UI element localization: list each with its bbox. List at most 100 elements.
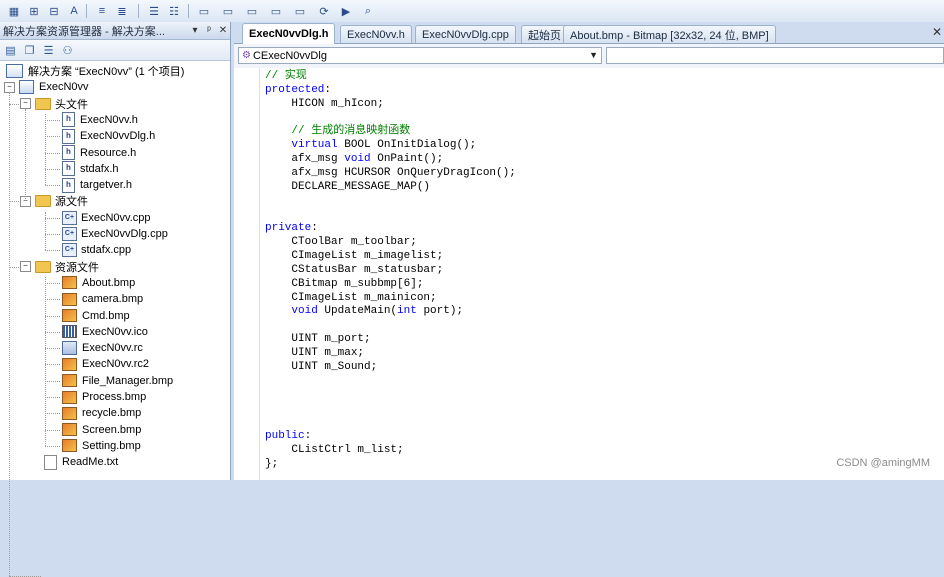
tree-item-file[interactable]: recycle.bmp [62,405,141,421]
tree-item-project[interactable]: − ExecN0vv [4,79,89,95]
tree-item-file[interactable]: About.bmp [62,275,135,291]
play-icon[interactable]: ▶ [338,3,354,19]
tree-item-file[interactable]: h targetver.h [62,177,132,193]
tree-item-file[interactable]: C+ ExecN0vvDlg.cpp [62,226,168,242]
tree-guide-line [9,92,10,577]
tree-item-folder-sources[interactable]: − 源文件 [20,193,88,209]
bookmark-icon[interactable]: ⊟ [46,3,62,19]
collapse-icon[interactable]: − [20,98,31,110]
comment-icon[interactable]: ☰ [146,3,162,19]
tree-item-file[interactable]: h Resource.h [62,145,136,161]
member-combo[interactable] [606,47,944,64]
solution-explorer-title-bar: 解决方案资源管理器 - 解决方案... ▾ ᵖ ✕ [0,22,230,40]
outdent-icon[interactable]: ≣ [114,3,130,19]
code-editor[interactable]: // 实现 protected: HICON m_hIcon; // 生成的消息映… [234,68,944,480]
toolbar-separator [138,4,139,18]
show-all-files-icon[interactable]: ❐ [22,43,37,58]
tree-guide-line [45,168,60,170]
bitmap-file-icon [62,357,77,371]
tree-item-file[interactable]: Process.bmp [62,389,146,405]
chat2-icon[interactable]: ▭ [244,3,260,19]
window-icon[interactable]: ▭ [196,3,212,19]
bitmap-file-icon [62,390,77,404]
tree-guide-line [45,380,60,382]
tree-item-label: stdafx.cpp [81,244,132,257]
chat4-icon[interactable]: ▭ [292,3,308,19]
tree-item-file[interactable]: Screen.bmp [62,422,141,438]
tree-guide-line [45,119,60,121]
tab-document[interactable]: About.bmp - Bitmap [32x32, 24 位, BMP] [563,25,776,43]
tab-document[interactable]: ExecN0vvDlg.cpp [415,25,516,43]
auto-hide-pin-icon[interactable]: ᵖ [202,25,216,36]
code-line: // 实现 [265,69,307,83]
tree-item-label: camera.bmp [82,293,144,306]
close-document-icon[interactable]: ✕ [930,25,944,41]
tree-item-file[interactable]: C+ ExecN0vv.cpp [62,210,151,226]
tree-item-file[interactable]: Cmd.bmp [62,308,130,324]
tab-document[interactable]: ExecN0vv.h [340,25,412,43]
code-token: UINT m_port; [265,333,371,346]
tree-guide-line [45,299,60,301]
properties-icon[interactable]: ▤ [3,43,18,58]
tree-item-solution[interactable]: 解决方案 “ExecN0vv” (1 个项目) [6,63,184,79]
tree-item-file[interactable]: h ExecN0vvDlg.h [62,128,155,144]
tree-guide-line [45,331,60,333]
uncomment-icon[interactable]: ☷ [166,3,182,19]
tree-guide-line [45,282,60,284]
code-keyword: private [265,222,312,235]
code-keyword: virtual [291,139,338,152]
tree-item-label: File_Manager.bmp [82,374,174,387]
indent-icon[interactable]: ≡ [94,3,110,19]
tree-guide-line [45,136,60,138]
code-token: CToolBar m_toolbar; [265,236,417,249]
tree-item-file[interactable]: Setting.bmp [62,438,141,454]
tree-item-label: Process.bmp [82,391,147,403]
code-token: DECLARE_MESSAGE_MAP() [265,180,431,193]
font-icon[interactable]: A [66,3,82,19]
tree-guide-line [9,266,19,268]
tree-item-file[interactable]: ExecN0vv.ico [62,324,148,340]
tree-item-file[interactable]: C+ stdafx.cpp [62,242,131,258]
navigation-bar: ⚙ CExecN0vvDlg ▼ [234,44,944,69]
code-keyword: int [397,305,417,318]
tree-item-folder-resources[interactable]: − 资源文件 [20,259,99,275]
class-view-icon[interactable]: ▦ [6,3,22,19]
search-icon[interactable]: ⌕ [360,3,376,19]
chat3-icon[interactable]: ▭ [268,3,284,19]
collapse-icon[interactable]: − [20,261,31,273]
tree-item-file[interactable]: File_Manager.bmp [62,373,173,389]
folder-icon [35,260,51,273]
tree-item-file[interactable]: camera.bmp [62,291,143,307]
tree-item-folder-headers[interactable]: − 头文件 [20,96,88,112]
toggle-bookmark-icon[interactable]: ⊞ [26,3,42,19]
code-line: UINT m_max; [265,346,364,360]
code-line: CBitmap m_subbmp[6]; [265,277,423,291]
code-token: : [324,83,332,96]
code-comment: // 生成的消息映射函数 [291,125,411,138]
tree-item-file[interactable]: h stdafx.h [62,161,119,177]
tree-item-label: Cmd.bmp [82,309,130,322]
code-keyword: void [344,153,371,166]
tree-item-file[interactable]: ExecN0vv.rc2 [62,356,149,372]
refresh-icon[interactable]: ⟳ [316,3,332,19]
class-combo[interactable]: ⚙ CExecN0vvDlg ▼ [238,47,602,64]
code-keyword: protected [265,83,325,96]
tab-document[interactable]: 起始页 [521,25,568,43]
close-icon[interactable]: ✕ [216,25,230,36]
dropdown-icon[interactable]: ▾ [188,25,202,36]
class-diagram-icon[interactable]: ⚇ [60,43,75,58]
chat1-icon[interactable]: ▭ [220,3,236,19]
tab-active-document[interactable]: ExecN0vvDlg.h [242,23,336,44]
tree-item-file[interactable]: h ExecN0vv.h [62,112,138,128]
tree-guide-line [45,250,60,252]
view-code-icon[interactable]: ☰ [41,43,56,58]
watermark: CSDN @amingMM [836,457,930,469]
cpp-file-icon: C+ [62,210,77,225]
tree-item-label: ExecN0vv.rc2 [82,358,150,371]
text-file-icon [44,454,57,470]
code-line: CToolBar m_toolbar; [265,235,417,249]
tree-guide-line [45,429,60,431]
tree-item-file[interactable]: ReadMe.txt [44,454,118,470]
tree-item-file[interactable]: ExecN0vv.rc [62,340,143,356]
collapse-icon[interactable]: − [4,81,15,93]
